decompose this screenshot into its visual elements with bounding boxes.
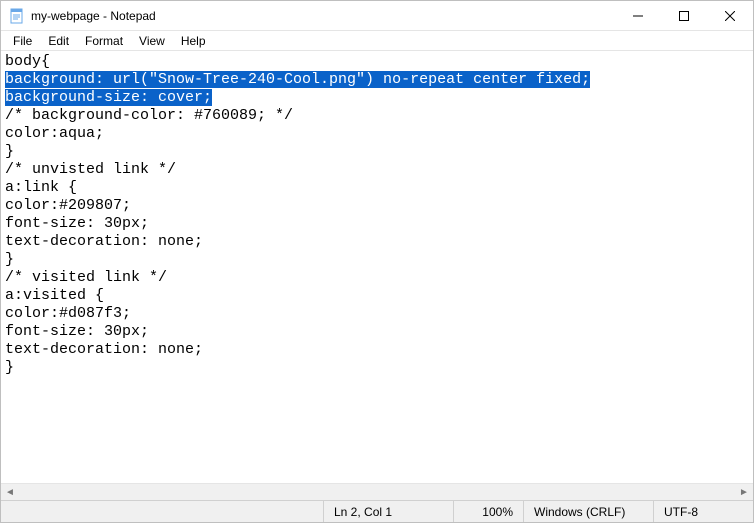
status-spacer (1, 501, 323, 522)
editor-line: font-size: 30px; (5, 323, 749, 341)
window-title: my-webpage - Notepad (31, 9, 615, 23)
editor-line: } (5, 359, 749, 377)
menu-help[interactable]: Help (173, 33, 214, 49)
maximize-icon (679, 11, 689, 21)
editor-line: /* background-color: #760089; */ (5, 107, 749, 125)
notepad-icon (9, 8, 25, 24)
status-position: Ln 2, Col 1 (323, 501, 453, 522)
minimize-icon (633, 11, 643, 21)
editor-line: /* unvisted link */ (5, 161, 749, 179)
editor-line: color:#d087f3; (5, 305, 749, 323)
status-line-ending: Windows (CRLF) (523, 501, 653, 522)
editor-line: a:link { (5, 179, 749, 197)
menu-view[interactable]: View (131, 33, 173, 49)
statusbar: Ln 2, Col 1 100% Windows (CRLF) UTF-8 (1, 500, 753, 522)
editor-line: background: url("Snow-Tree-240-Cool.png"… (5, 71, 749, 89)
editor-line: text-decoration: none; (5, 341, 749, 359)
editor-line: color:aqua; (5, 125, 749, 143)
scroll-right-icon[interactable]: ► (737, 487, 751, 498)
close-button[interactable] (707, 1, 753, 30)
editor-container: body{background: url("Snow-Tree-240-Cool… (1, 51, 753, 500)
close-icon (725, 11, 735, 21)
menu-file[interactable]: File (5, 33, 40, 49)
window-controls (615, 1, 753, 30)
minimize-button[interactable] (615, 1, 661, 30)
menubar: File Edit Format View Help (1, 31, 753, 51)
titlebar: my-webpage - Notepad (1, 1, 753, 31)
menu-format[interactable]: Format (77, 33, 131, 49)
editor-line: color:#209807; (5, 197, 749, 215)
status-zoom: 100% (453, 501, 523, 522)
editor-line: } (5, 251, 749, 269)
editor-line: body{ (5, 53, 749, 71)
status-encoding: UTF-8 (653, 501, 753, 522)
horizontal-scrollbar[interactable]: ◄ ► (1, 483, 753, 500)
editor-line: /* visited link */ (5, 269, 749, 287)
editor-line: text-decoration: none; (5, 233, 749, 251)
editor-line: a:visited { (5, 287, 749, 305)
editor-line: } (5, 143, 749, 161)
menu-edit[interactable]: Edit (40, 33, 77, 49)
editor-line: background-size: cover; (5, 89, 749, 107)
maximize-button[interactable] (661, 1, 707, 30)
editor-line: font-size: 30px; (5, 215, 749, 233)
text-editor[interactable]: body{background: url("Snow-Tree-240-Cool… (1, 51, 753, 483)
scroll-left-icon[interactable]: ◄ (3, 487, 17, 498)
